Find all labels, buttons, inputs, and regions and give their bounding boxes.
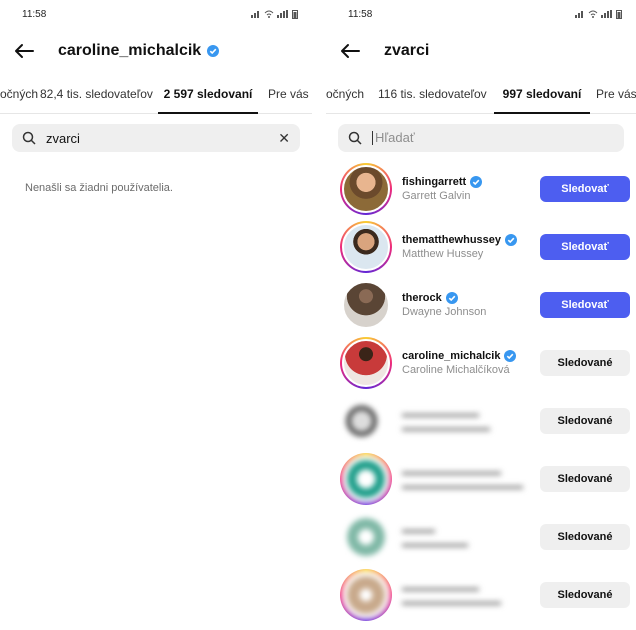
page-title: zvarci: [384, 42, 429, 60]
clear-icon[interactable]: ✕: [278, 130, 290, 147]
following-button[interactable]: Sledované: [540, 350, 630, 376]
tab-mutual[interactable]: očných: [0, 74, 38, 114]
follow-button[interactable]: Sledovať: [540, 234, 630, 260]
tab-for-you[interactable]: Pre vás: [268, 74, 309, 114]
avatar[interactable]: [340, 453, 392, 505]
status-bar: 11:58: [0, 0, 312, 28]
right-screen: 11:58 zvarci očných 116 tis. sledovateľo…: [326, 0, 636, 630]
page-title-text: zvarci: [384, 42, 430, 59]
search-icon: [22, 131, 36, 145]
avatar[interactable]: [340, 337, 392, 389]
verified-badge-icon: [505, 234, 518, 246]
back-arrow-icon[interactable]: [12, 39, 36, 63]
list-item[interactable]: thematthewhussey Matthew Hussey Sledovať: [326, 218, 636, 276]
signal-icon: [251, 11, 259, 18]
signal-icon: [575, 11, 583, 18]
signal-icon: [601, 10, 612, 18]
avatar[interactable]: [340, 163, 392, 215]
username[interactable]: therock: [402, 292, 442, 304]
search-input[interactable]: Hľadať: [372, 131, 614, 145]
verified-badge-icon: [207, 45, 220, 57]
search-input[interactable]: zvarci: [46, 131, 268, 146]
avatar[interactable]: [340, 279, 392, 331]
avatar[interactable]: [340, 569, 392, 621]
avatar[interactable]: [340, 221, 392, 273]
username[interactable]: thematthewhussey: [402, 234, 501, 246]
battery-icon: [616, 10, 622, 19]
tab-mutual[interactable]: očných: [326, 74, 364, 114]
status-icons: [575, 9, 622, 19]
status-bar: 11:58: [326, 0, 636, 28]
tab-followers[interactable]: 82,4 tis. sledovateľov: [40, 74, 153, 114]
verified-badge-icon: [445, 292, 458, 304]
following-button[interactable]: Sledované: [540, 408, 630, 434]
user-list: fishingarrett Garrett Galvin Sledovať th…: [326, 160, 636, 624]
left-screen: 11:58 caroline_michalcik očných 82,4 tis…: [0, 0, 312, 630]
list-item[interactable]: caroline_michalcik Caroline Michalčíková…: [326, 334, 636, 392]
list-item[interactable]: ▬▬▬▬▬▬▬ ▬▬▬▬▬▬▬▬ Sledované: [326, 392, 636, 450]
back-arrow-icon[interactable]: [338, 39, 362, 63]
follow-button[interactable]: Sledovať: [540, 292, 630, 318]
page-title: caroline_michalcik: [58, 42, 220, 60]
following-button[interactable]: Sledované: [540, 466, 630, 492]
follow-button[interactable]: Sledovať: [540, 176, 630, 202]
wifi-icon: [264, 10, 274, 18]
avatar[interactable]: [340, 511, 392, 563]
username[interactable]: caroline_michalcik: [402, 350, 500, 362]
header: caroline_michalcik: [0, 28, 312, 74]
tab-following[interactable]: 2 597 sledovaní: [158, 74, 258, 114]
verified-badge-icon: [504, 350, 517, 362]
signal-icon: [277, 10, 288, 18]
following-button[interactable]: Sledované: [540, 524, 630, 550]
list-item[interactable]: therock Dwayne Johnson Sledovať: [326, 276, 636, 334]
verified-badge-icon: [470, 176, 483, 188]
tab-followers[interactable]: 116 tis. sledovateľov: [378, 74, 487, 114]
wifi-icon: [588, 10, 598, 18]
list-item[interactable]: ▬▬▬▬▬▬▬▬▬ ▬▬▬▬▬▬▬▬▬▬▬ Sledované: [326, 450, 636, 508]
username[interactable]: fishingarrett: [402, 176, 466, 188]
avatar[interactable]: [340, 395, 392, 447]
tab-bar: očných 82,4 tis. sledovateľov 2 597 sled…: [0, 74, 312, 114]
tab-bar: očných 116 tis. sledovateľov 997 sledova…: [326, 74, 636, 114]
search-field[interactable]: zvarci ✕: [12, 124, 300, 152]
page-title-text: caroline_michalcik: [58, 42, 202, 59]
search-icon: [348, 131, 362, 145]
status-time: 11:58: [22, 8, 47, 20]
list-item[interactable]: ▬▬▬ ▬▬▬▬▬▬ Sledované: [326, 508, 636, 566]
status-time: 11:58: [348, 8, 373, 20]
tab-following[interactable]: 997 sledovaní: [494, 74, 590, 114]
list-item[interactable]: fishingarrett Garrett Galvin Sledovať: [326, 160, 636, 218]
status-icons: [251, 9, 298, 19]
search-field[interactable]: Hľadať: [338, 124, 624, 152]
empty-message: Nenašli sa žiadni používatelia.: [25, 182, 173, 194]
header: zvarci: [326, 28, 636, 74]
battery-icon: [292, 10, 298, 19]
list-item[interactable]: ▬▬▬▬▬▬▬ ▬▬▬▬▬▬▬▬▬ Sledované: [326, 566, 636, 624]
following-button[interactable]: Sledované: [540, 582, 630, 608]
tab-for-you[interactable]: Pre vás: [596, 74, 636, 114]
